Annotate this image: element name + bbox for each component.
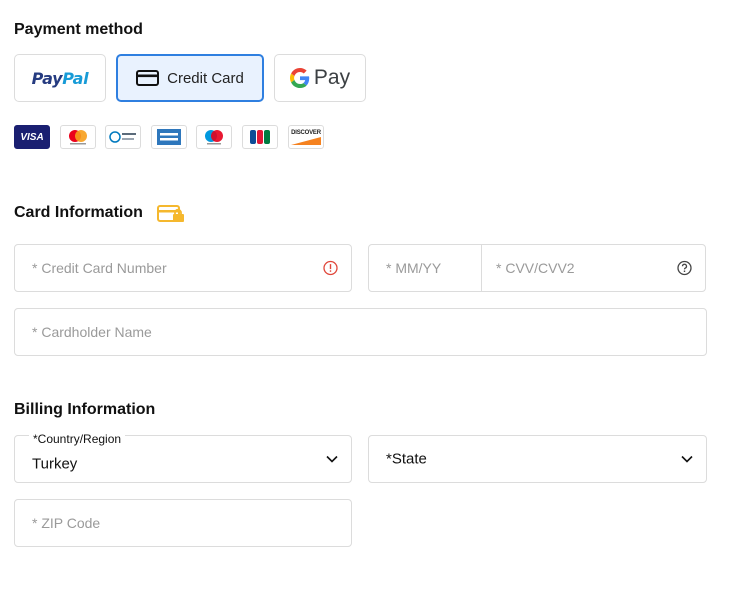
google-pay-option-button[interactable]: Pay: [274, 54, 366, 102]
help-icon[interactable]: [677, 260, 692, 276]
zip-code-placeholder: * ZIP Code: [32, 515, 101, 531]
expiry-date-field[interactable]: * MM/YY: [369, 245, 481, 291]
google-pay-label: Pay: [313, 66, 351, 89]
visa-icon: VISA: [14, 125, 50, 149]
credit-card-icon: [136, 70, 160, 86]
credit-card-number-field[interactable]: * Credit Card Number: [14, 244, 352, 292]
cvv-field[interactable]: * CVV/CVV2: [482, 245, 705, 291]
american-express-icon: [151, 125, 187, 149]
paypal-logo: PayPal: [31, 68, 89, 88]
credit-card-number-placeholder: * Credit Card Number: [32, 260, 167, 276]
billing-information-title: Billing Information: [14, 401, 156, 418]
chevron-down-icon: [326, 455, 338, 463]
payment-method-title: Payment method: [14, 21, 143, 38]
chevron-down-icon: [681, 455, 693, 463]
paypal-option-button[interactable]: PayPal: [14, 54, 106, 102]
cardholder-name-placeholder: * Cardholder Name: [32, 324, 152, 340]
expiry-date-placeholder: * MM/YY: [386, 260, 442, 276]
google-g-icon: [289, 68, 310, 88]
credit-card-option-label: Credit Card: [167, 69, 244, 87]
jcb-icon: [242, 125, 278, 149]
zip-code-field[interactable]: * ZIP Code: [14, 499, 352, 547]
expiry-cvv-group: * MM/YY * CVV/CVV2: [368, 244, 706, 292]
cvv-placeholder: * CVV/CVV2: [496, 260, 575, 276]
state-value: *State: [386, 450, 427, 468]
country-region-label: *Country/Region: [29, 432, 126, 446]
secure-card-lock-icon: [157, 205, 186, 223]
diners-club-icon: [105, 125, 141, 149]
country-region-select[interactable]: *Country/Region Turkey: [14, 432, 352, 483]
maestro-icon: [196, 125, 232, 149]
state-select[interactable]: *State: [368, 435, 707, 483]
mastercard-icon: [60, 125, 96, 149]
discover-icon: DISCOVER: [288, 125, 324, 149]
error-icon: [323, 260, 338, 276]
card-information-title: Card Information: [14, 204, 143, 221]
country-region-value: Turkey: [32, 455, 78, 473]
cardholder-name-field[interactable]: * Cardholder Name: [14, 308, 707, 356]
credit-card-option-button[interactable]: Credit Card: [116, 54, 264, 102]
